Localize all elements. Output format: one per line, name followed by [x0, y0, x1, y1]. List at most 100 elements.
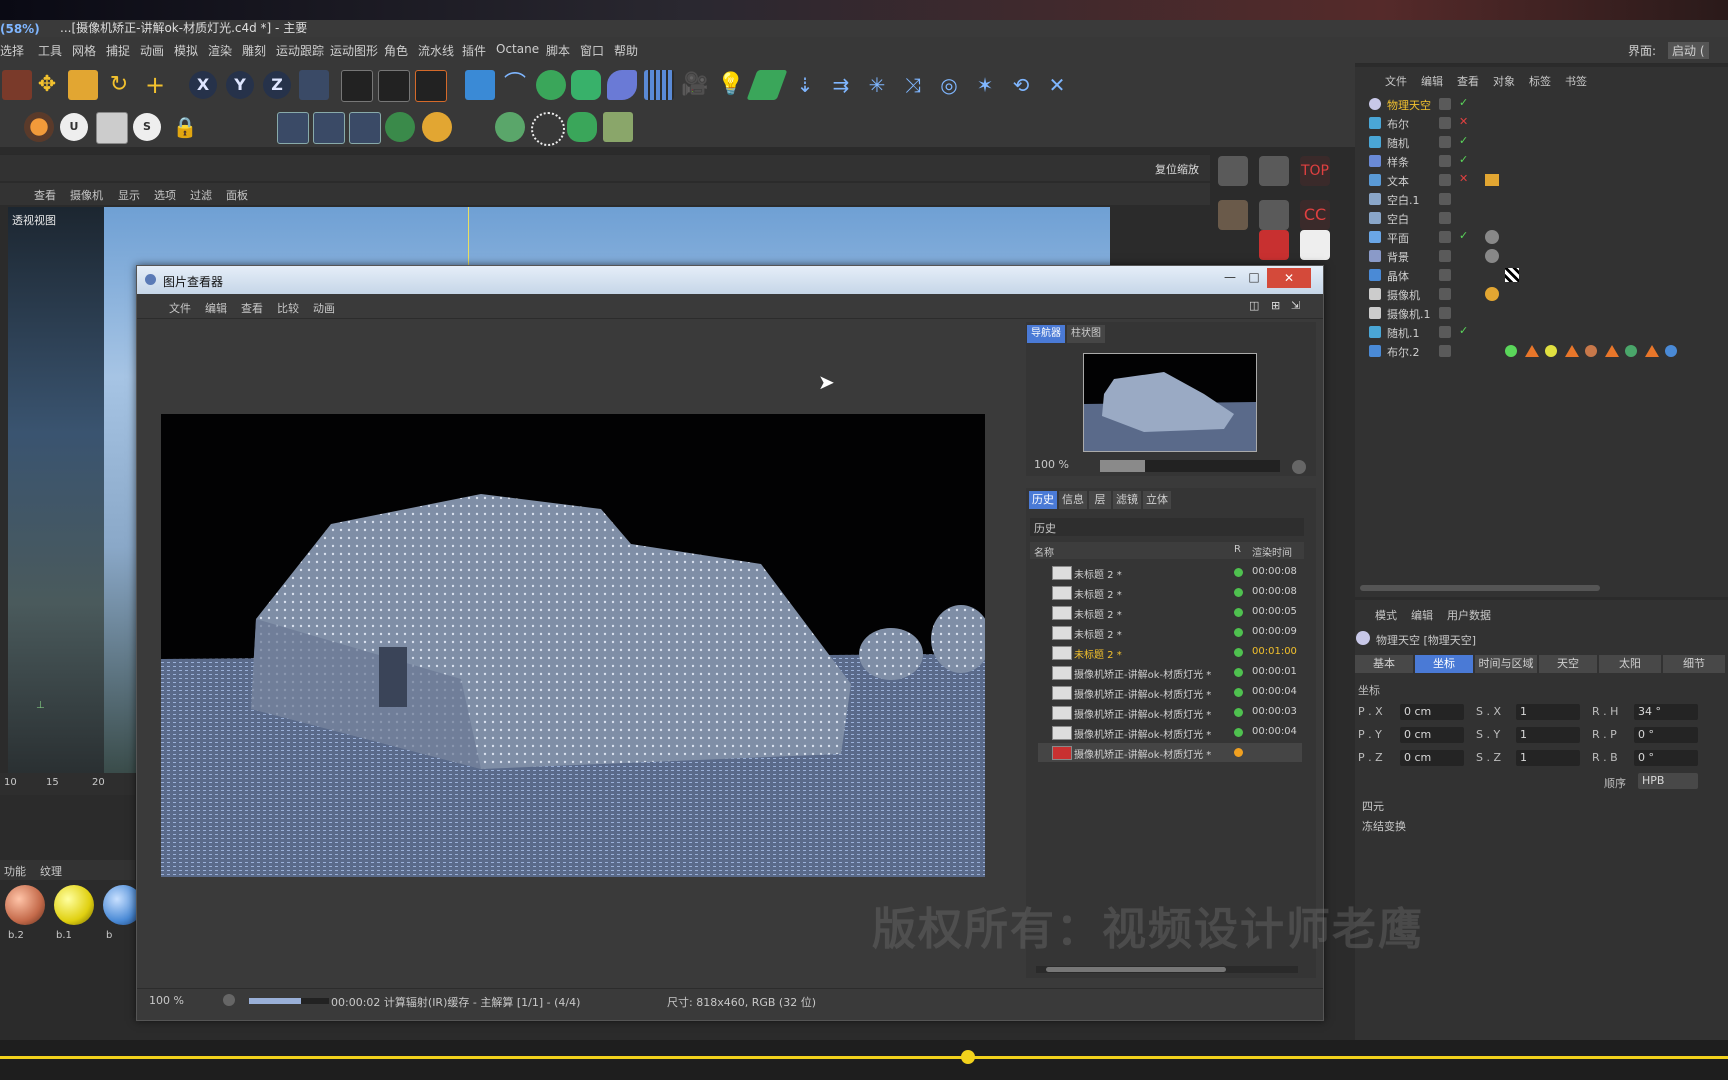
menu-character[interactable]: 角色: [384, 42, 408, 59]
effector-icon[interactable]: ⇉: [826, 70, 856, 100]
menu-mesh[interactable]: 网格: [72, 42, 96, 59]
material-tag-icon[interactable]: [1525, 345, 1539, 357]
obj-menu-file[interactable]: 文件: [1385, 73, 1407, 89]
col-render-time[interactable]: 渲染时间: [1252, 544, 1292, 559]
maximize-icon[interactable]: □: [1243, 270, 1265, 286]
s-tool-icon[interactable]: S: [133, 113, 161, 141]
twist-icon[interactable]: ⤨: [898, 70, 928, 100]
viewer-menu-file[interactable]: 文件: [169, 300, 191, 316]
box-icon[interactable]: [1218, 200, 1248, 230]
object-row[interactable]: 摄像机.1: [1355, 304, 1728, 323]
history-row[interactable]: 摄像机矫正-讲解ok-材质灯光 * 00:00:01: [1038, 663, 1302, 682]
octane-live-icon[interactable]: [385, 112, 415, 142]
rh-field[interactable]: 34 °: [1634, 704, 1698, 720]
u-tool-icon[interactable]: U: [60, 113, 88, 141]
menu-motion-tracking[interactable]: 运动跟踪: [276, 42, 324, 59]
taper-icon[interactable]: ✕: [1042, 70, 1072, 100]
zoom-slider[interactable]: [1100, 460, 1280, 472]
navigator-zoom[interactable]: 100 %: [1034, 458, 1069, 471]
menu-octane[interactable]: Octane: [496, 42, 539, 56]
menu-pipeline[interactable]: 流水线: [418, 42, 454, 59]
x-axis-icon[interactable]: X: [189, 71, 217, 99]
tab-time-location[interactable]: 时间与区域: [1475, 655, 1537, 673]
explode-icon[interactable]: ✳: [862, 70, 892, 100]
camera-icon[interactable]: 🎥: [680, 70, 710, 100]
history-scrollbar-thumb[interactable]: [1046, 967, 1226, 972]
object-row[interactable]: 物理天空 ✓: [1355, 95, 1728, 114]
tab-sun[interactable]: 太阳: [1599, 655, 1661, 673]
status-zoom[interactable]: 100 %: [149, 994, 184, 1007]
tab-stereo[interactable]: 立体: [1143, 491, 1171, 509]
attr-menu-user-data[interactable]: 用户数据: [1447, 607, 1491, 623]
menu-render[interactable]: 渲染: [208, 42, 232, 59]
viewer-menu-compare[interactable]: 比较: [277, 300, 299, 316]
menu-snap[interactable]: 捕捉: [106, 42, 130, 59]
move-icon[interactable]: ✥: [32, 70, 62, 100]
rp-field[interactable]: 0 °: [1634, 727, 1698, 743]
tab-coordinates[interactable]: 坐标: [1415, 655, 1473, 673]
pz-field[interactable]: 0 cm: [1400, 750, 1464, 766]
reset-scale-button[interactable]: 复位缩放: [1155, 161, 1199, 177]
object-row[interactable]: 布尔.2: [1355, 342, 1728, 361]
menu-script[interactable]: 脚本: [546, 42, 570, 59]
y-axis-icon[interactable]: Y: [226, 71, 254, 99]
render-picture-viewer-icon[interactable]: [378, 70, 410, 102]
view-menu-view[interactable]: 查看: [34, 187, 56, 203]
hidden-cross-icon[interactable]: ✕: [1459, 172, 1468, 185]
viewport-left-region[interactable]: [8, 207, 104, 773]
octane-scatter-icon[interactable]: [567, 112, 597, 142]
order-dropdown[interactable]: HPB: [1638, 773, 1698, 789]
picture-icon[interactable]: [1300, 230, 1330, 260]
layout-dropdown[interactable]: 启动 (: [1668, 42, 1709, 59]
picture-viewer-titlebar[interactable]: 图片查看器 — □ ✕: [137, 266, 1323, 294]
history-row[interactable]: 未标题 2 * 00:00:09: [1038, 623, 1302, 642]
object-row[interactable]: 随机.1 ✓: [1355, 323, 1728, 342]
field-icon[interactable]: ⇣: [790, 70, 820, 100]
visible-check-icon[interactable]: ✓: [1459, 134, 1468, 147]
lock-icon[interactable]: 🔒: [170, 112, 200, 142]
pen-spline-icon[interactable]: ⌒: [500, 70, 530, 100]
octane-material-icon[interactable]: [495, 112, 525, 142]
zoom-options-icon[interactable]: [1292, 460, 1306, 474]
py-field[interactable]: 0 cm: [1400, 727, 1464, 743]
object-row[interactable]: 平面 ✓: [1355, 228, 1728, 247]
timeline-scrubber[interactable]: [961, 1050, 975, 1064]
object-row[interactable]: 背景: [1355, 247, 1728, 266]
material-tag-icon[interactable]: [1565, 345, 1579, 357]
tab-filter[interactable]: 滤镜: [1113, 491, 1141, 509]
material-tag-icon[interactable]: [1485, 230, 1499, 244]
col-r[interactable]: R: [1234, 544, 1241, 555]
view-menu-filter[interactable]: 过滤: [190, 187, 212, 203]
timeline-progress-bar[interactable]: [0, 1056, 1728, 1059]
menu-animate[interactable]: 动画: [140, 42, 164, 59]
menu-mograph[interactable]: 运动图形: [330, 42, 378, 59]
add-icon[interactable]: +: [140, 70, 170, 100]
grid-cube-icon[interactable]: [1259, 200, 1289, 230]
view-menu-panel[interactable]: 面板: [226, 187, 248, 203]
obj-menu-tags[interactable]: 标签: [1529, 73, 1551, 89]
viewer-menu-edit[interactable]: 编辑: [205, 300, 227, 316]
coordinate-system-icon[interactable]: [299, 70, 329, 100]
pin-icon[interactable]: ⇲: [1291, 299, 1300, 312]
material-editor-icon[interactable]: [1259, 156, 1289, 186]
sz-field[interactable]: 1: [1516, 750, 1580, 766]
floor-icon[interactable]: [644, 70, 674, 100]
object-row[interactable]: 随机 ✓: [1355, 133, 1728, 152]
texture-mode-icon[interactable]: [96, 112, 128, 144]
cc-icon[interactable]: CC: [1300, 200, 1330, 230]
history-row[interactable]: 摄像机矫正-讲解ok-材质灯光 * 00:00:03: [1038, 703, 1302, 722]
object-row[interactable]: 空白: [1355, 209, 1728, 228]
scale-icon[interactable]: [68, 70, 98, 100]
obj-menu-bookmarks[interactable]: 书签: [1565, 73, 1587, 89]
z-axis-icon[interactable]: Z: [263, 71, 291, 99]
snap-icon[interactable]: [349, 112, 381, 144]
col-name[interactable]: 名称: [1034, 544, 1054, 559]
history-row[interactable]: 未标题 2 * 00:00:08: [1038, 583, 1302, 602]
view-menu-camera[interactable]: 摄像机: [70, 187, 103, 203]
history-scrollbar[interactable]: [1036, 966, 1298, 973]
material-tag-icon[interactable]: [1485, 249, 1499, 263]
tab-basic[interactable]: 基本: [1355, 655, 1413, 673]
material-tag-icon[interactable]: [1585, 345, 1597, 357]
rotate-icon[interactable]: ↻: [104, 70, 134, 100]
sx-field[interactable]: 1: [1516, 704, 1580, 720]
